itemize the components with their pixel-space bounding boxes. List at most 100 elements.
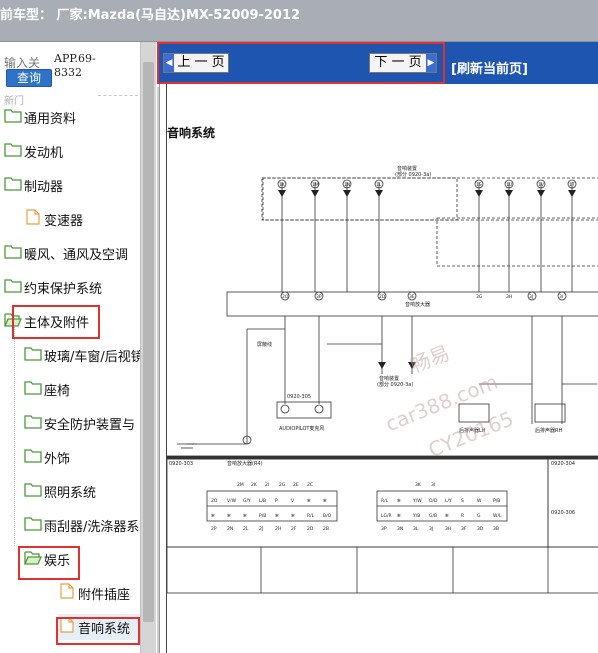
app-window: 前车型： 厂家:Mazda(马自达)MX-52009-2012 查询 APP.6… [0, 0, 598, 653]
tree-item[interactable]: 照明系统 [24, 478, 142, 504]
divider [98, 95, 138, 96]
audiopilot-label: AUDIOPILOT麦克风 [279, 425, 324, 432]
search-button[interactable]: 查询 [6, 69, 52, 87]
connector-pin: LG/R [381, 513, 392, 519]
folder-icon [24, 345, 42, 361]
amp-pin-label: 3G [476, 294, 483, 300]
pin-label: 1N [344, 182, 350, 188]
connector-pin: ✻ [445, 513, 449, 519]
highlight-box [18, 546, 80, 580]
tree-item-label: 照明系统 [44, 486, 97, 501]
connector-pin: 2I [265, 482, 269, 488]
highlight-box [56, 617, 140, 645]
tree-item[interactable]: 附件插座 [58, 580, 142, 606]
vehicle-title: 前车型： 厂家:Mazda(马自达)MX-52009-2012 [0, 8, 301, 23]
diagram-header: 音响装置 [397, 165, 417, 172]
tree-item[interactable]: 变速器 [24, 206, 142, 232]
amp-pin-label: 3P [316, 294, 322, 300]
connector-pin: 3I [431, 482, 435, 488]
ref-0920-306: 0920-306 [551, 510, 575, 516]
tree-item[interactable]: 雨刮器/洗涤器系 [24, 512, 142, 538]
connector-pin: ✻ [227, 513, 231, 519]
amp-label: 音响放大器 [405, 301, 430, 308]
audio-unit-sub: (部分 0920-3a) [377, 381, 413, 388]
pin-label: 1T [569, 182, 575, 188]
connector-pin: 2J [259, 526, 263, 532]
tree-item-label: 制动器 [24, 180, 64, 195]
document-icon [24, 209, 42, 225]
pin-label: 1L [376, 182, 382, 188]
tree-item-label: 变速器 [44, 214, 84, 229]
tree-item-label: 安全防护装置与 [44, 418, 136, 433]
connector-pin: V [291, 498, 295, 504]
connector-pin: P [275, 498, 278, 504]
refresh-link[interactable]: [刷新当前页] [451, 58, 528, 77]
diagram-subheader: (部分 0920-3a) [395, 171, 431, 178]
document-icon [58, 583, 76, 599]
tree-item[interactable]: 发动机 [4, 138, 142, 164]
connector-pin: L/B [259, 498, 266, 504]
connector-pin: R/L [381, 498, 389, 504]
folder-icon [24, 481, 42, 497]
connector-pin: 2B [323, 526, 329, 532]
connector-pin: R [461, 513, 464, 519]
connector-pin: W [477, 498, 482, 504]
tree-item[interactable]: 暖风、通风及空调 [4, 240, 142, 266]
audio-unit-label: 音响装置 [379, 375, 399, 382]
right-panel: ◀ 上 一 页 下 一 页 ▶ [刷新当前页] 音响系统 音响装置 (部分 09… [157, 42, 598, 653]
connector-pin: ✻ [397, 498, 401, 504]
connector-pin: 2M [237, 482, 244, 488]
ref-0920-303: 0920-303 [169, 461, 193, 467]
folder-icon [4, 175, 22, 191]
connector-pin: 3P [381, 526, 387, 532]
tree-scrollbar[interactable] [140, 42, 156, 653]
connector-pin: S [461, 498, 464, 504]
ref-0920-304: 0920-304 [551, 461, 575, 467]
speaker-rh-label: 后排声器RH [535, 427, 562, 434]
tree-item-label: 发动机 [24, 146, 64, 161]
nav-highlight-box [157, 42, 445, 84]
tree-item[interactable]: 安全防护装置与 [24, 410, 142, 436]
connector-pin: B/O [323, 513, 332, 519]
connector-pin: 2C [307, 482, 313, 488]
folder-icon [24, 515, 42, 531]
amp-pin-label: 2O [282, 294, 289, 300]
connector-pin: G [477, 513, 481, 519]
tree-item-label: 约束保护系统 [24, 282, 103, 297]
connector-pin: L/Y [445, 498, 452, 504]
connector-pin: 3N [397, 526, 403, 532]
connector-pin: P/B [493, 498, 500, 504]
connector-pin: ✻ [211, 513, 215, 519]
folder-icon [24, 413, 42, 429]
connector-pin: 2D [307, 526, 314, 532]
connector-pin: W/L [493, 513, 502, 519]
connector-pin: 2L [243, 526, 249, 532]
pin-label: 1M [312, 182, 319, 188]
tree-item[interactable]: 座椅 [24, 376, 142, 402]
connector-pin: O/D [429, 498, 438, 504]
connector-pin: 2E [293, 482, 299, 488]
connector-pin: 2G [279, 482, 286, 488]
connector-pin: 2H [275, 526, 281, 532]
folder-icon [24, 447, 42, 463]
tree-item-label: 座椅 [44, 384, 71, 399]
document-page: 音响系统 音响装置 (部分 0920-3a) 音响放大器 AUDIOPILOT麦… [166, 84, 598, 653]
tree-item[interactable]: 制动器 [4, 172, 142, 198]
folder-icon [24, 379, 42, 395]
tree-item[interactable]: 外饰 [24, 444, 142, 470]
highlight-box [12, 305, 100, 339]
tree-item-label: 附件插座 [78, 588, 131, 603]
wiring-diagram: 音响装置 (部分 0920-3a) 音响放大器 AUDIOPILOT麦克风 音响… [167, 165, 598, 594]
folder-icon [4, 141, 22, 157]
scrollbar-thumb[interactable] [143, 62, 154, 622]
amp-pin-label: 3J [529, 294, 533, 300]
tree-item[interactable]: 通用资料 [4, 104, 142, 130]
search-row: 查询 APP.69-8332 [0, 42, 159, 92]
pin-label: 1V [538, 182, 545, 188]
pin-label: 1U [506, 182, 512, 188]
tree-connector [14, 326, 15, 546]
document-view: 音响系统 音响装置 (部分 0920-3a) 音响放大器 AUDIOPILOT麦… [159, 84, 598, 653]
tree-item[interactable]: 玻璃/车窗/后视镜 [24, 342, 144, 368]
tree-item[interactable]: 约束保护系统 [4, 274, 142, 300]
amp-pin-label: 3I [559, 294, 563, 300]
